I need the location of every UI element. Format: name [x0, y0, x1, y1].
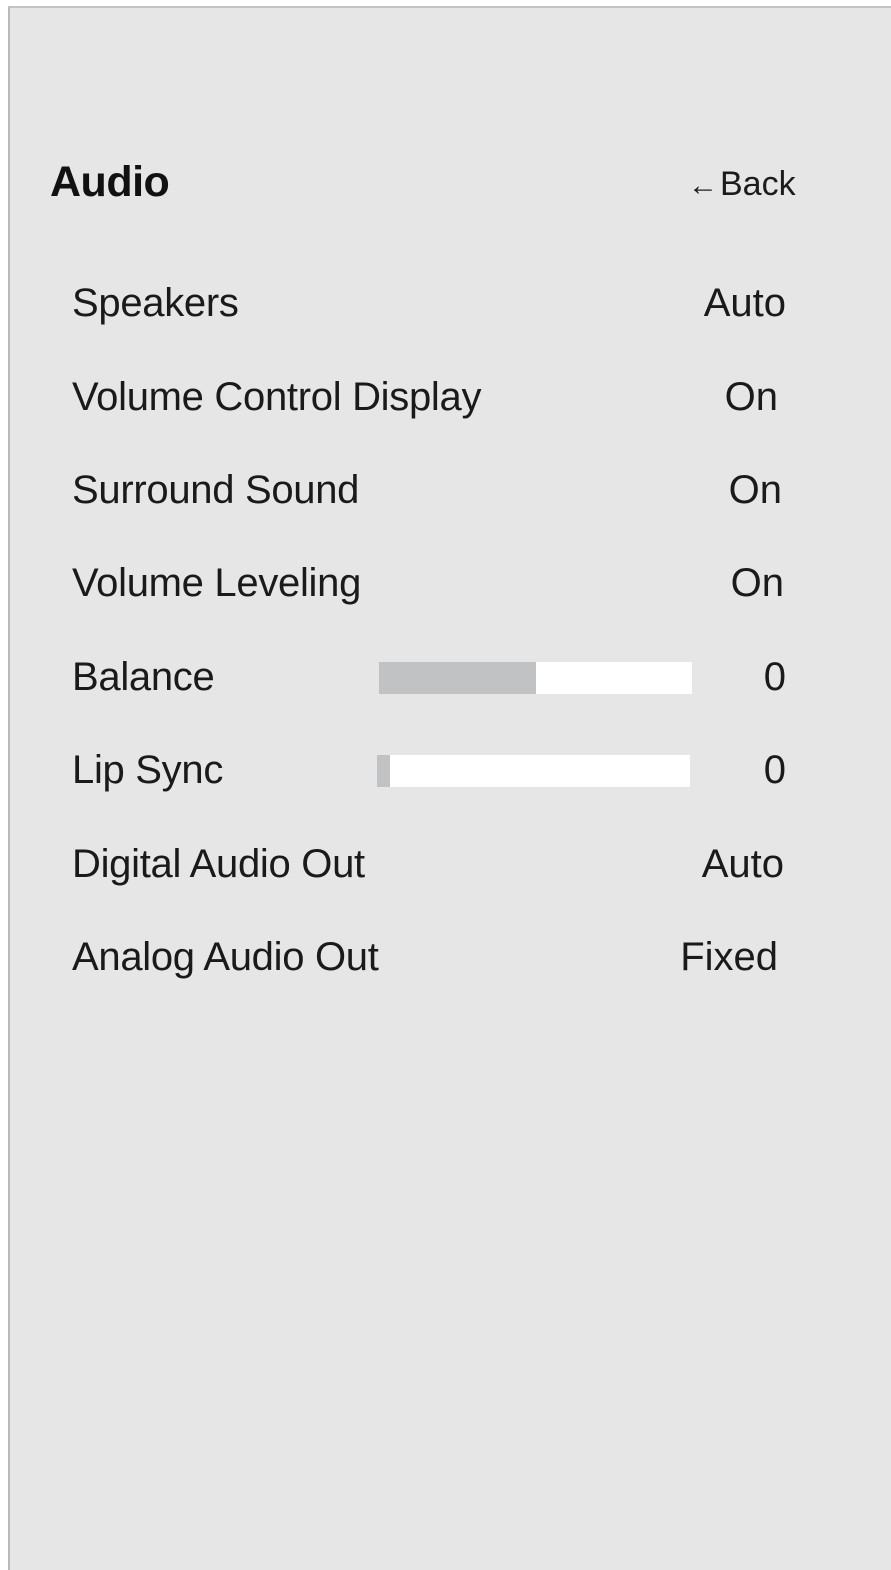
menu-item-value: On	[730, 561, 784, 605]
menu-item-value: On	[724, 375, 778, 419]
menu-item-volume-leveling[interactable]: Volume Leveling On	[10, 541, 891, 621]
menu-item-value: Auto	[703, 281, 786, 325]
back-label: Back	[720, 165, 796, 203]
menu-item-label: Volume Control Display	[72, 375, 482, 419]
menu-item-value: Auto	[701, 842, 784, 886]
menu-item-volume-control-display[interactable]: Volume Control Display On	[10, 355, 891, 435]
lip-sync-slider-fill	[377, 755, 390, 787]
balance-slider[interactable]	[379, 662, 692, 694]
menu-item-digital-audio-out[interactable]: Digital Audio Out Auto	[10, 822, 891, 902]
page-title: Audio	[50, 158, 170, 206]
menu-item-lip-sync[interactable]: Lip Sync 0	[10, 728, 891, 808]
back-arrow-icon: ←	[688, 169, 718, 202]
menu-item-analog-audio-out[interactable]: Analog Audio Out Fixed	[10, 915, 891, 995]
menu-item-value: 0	[763, 748, 786, 792]
menu-item-label: Volume Leveling	[72, 561, 362, 605]
menu-item-label: Digital Audio Out	[72, 842, 365, 886]
menu-item-balance[interactable]: Balance 0	[10, 635, 891, 715]
menu-item-value: On	[728, 468, 782, 512]
menu-item-label: Analog Audio Out	[72, 935, 379, 979]
menu-item-value: 0	[763, 655, 786, 699]
menu-item-surround-sound[interactable]: Surround Sound On	[10, 448, 891, 528]
lip-sync-slider[interactable]	[377, 755, 690, 787]
menu-item-label: Lip Sync	[72, 748, 224, 792]
audio-menu-panel: Audio ←Back Speakers Auto Volume Control…	[8, 6, 891, 1570]
menu-item-speakers[interactable]: Speakers Auto	[10, 261, 891, 341]
menu-item-label: Surround Sound	[72, 468, 360, 512]
menu-item-label: Speakers	[72, 281, 239, 325]
menu-item-label: Balance	[72, 655, 215, 699]
menu-item-value: Fixed	[680, 935, 778, 979]
back-button[interactable]: ←Back	[688, 165, 796, 204]
balance-slider-fill	[379, 662, 536, 694]
